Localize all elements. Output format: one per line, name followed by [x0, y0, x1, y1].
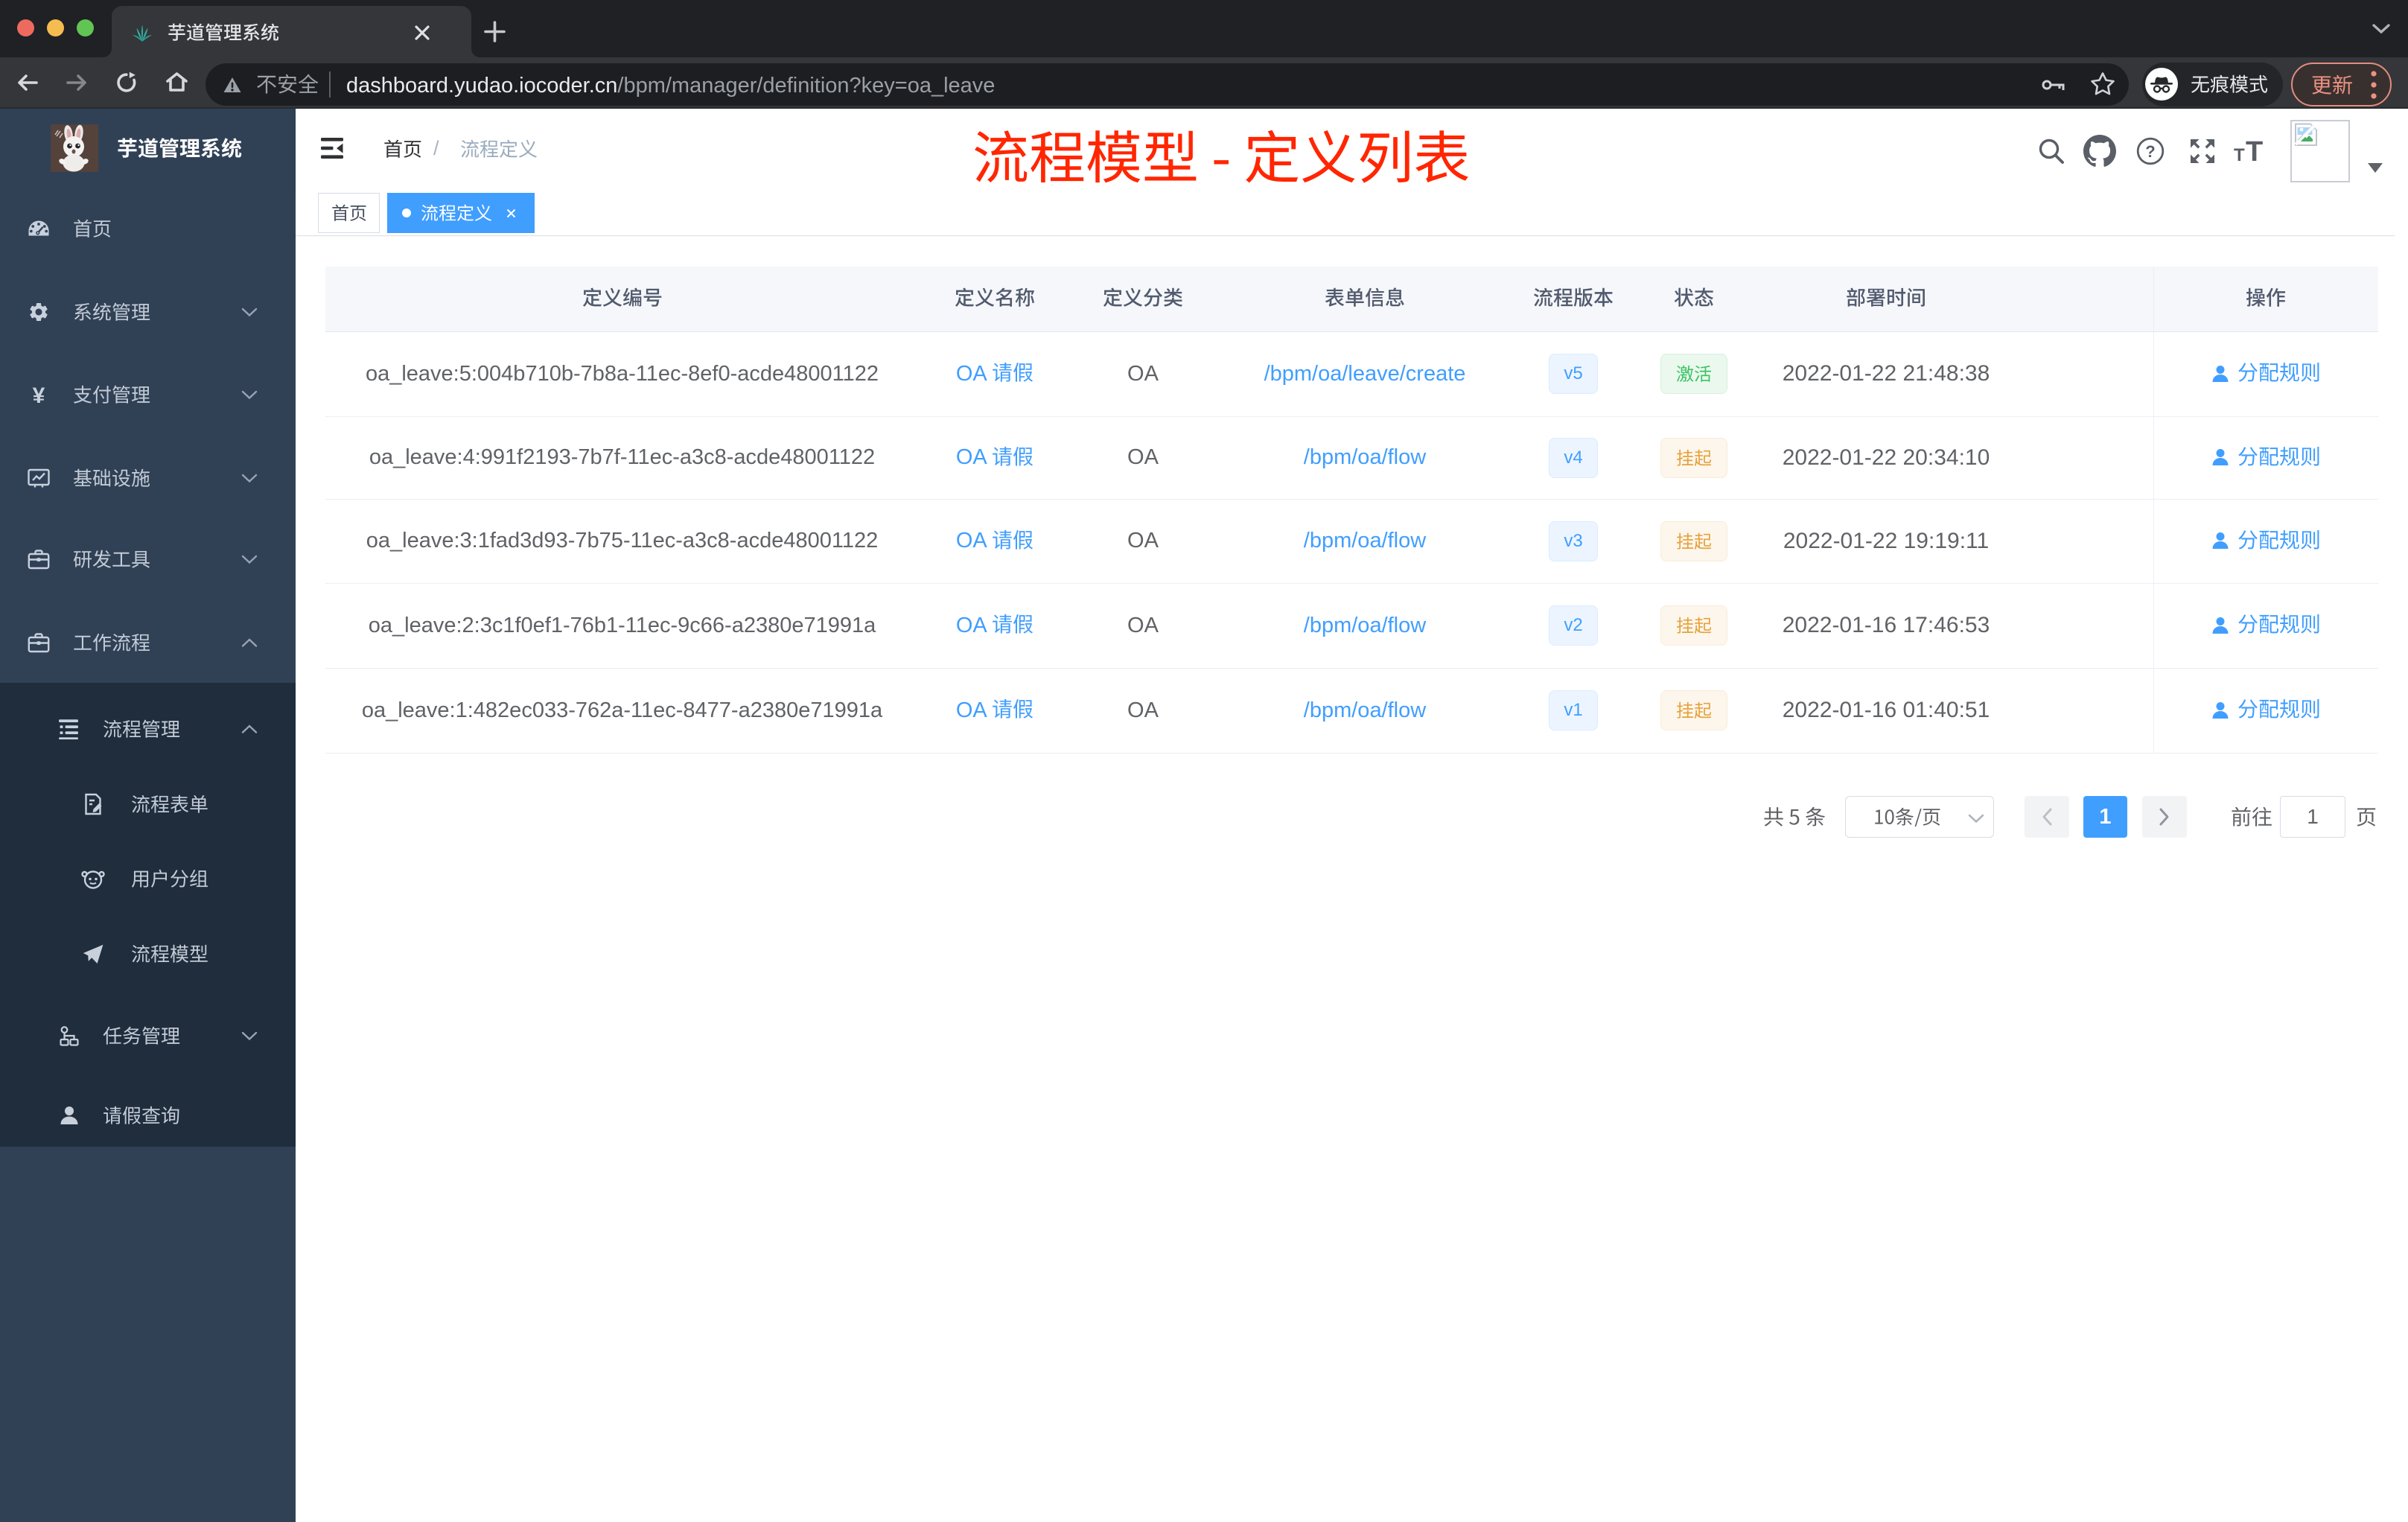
- svg-text:T: T: [2234, 145, 2245, 165]
- svg-text:T: T: [2246, 136, 2263, 166]
- svg-text:?: ?: [2145, 142, 2155, 161]
- svg-text:¥: ¥: [33, 383, 45, 406]
